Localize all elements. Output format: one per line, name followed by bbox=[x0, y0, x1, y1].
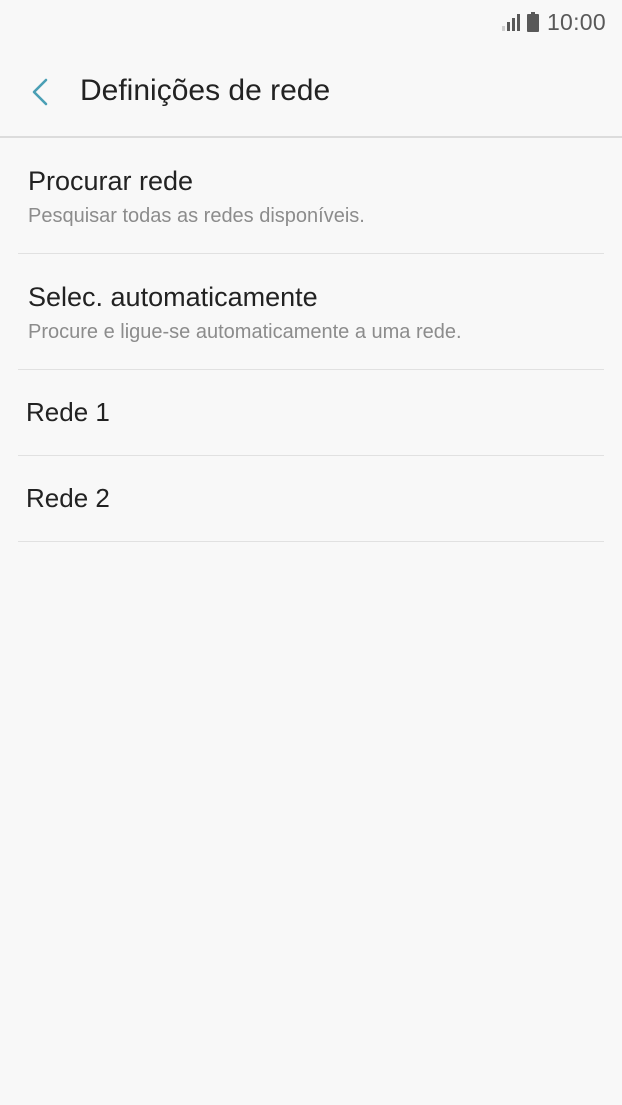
list-item-title: Rede 1 bbox=[26, 397, 110, 427]
list-item-title: Selec. automaticamente bbox=[28, 282, 318, 312]
list-item-title: Procurar rede bbox=[28, 166, 194, 196]
list-item-subtitle: Pesquisar todas as redes disponíveis. bbox=[28, 205, 365, 227]
signal-icon bbox=[501, 14, 520, 31]
app-bar: Definições de rede bbox=[0, 46, 622, 138]
list-item-network-2[interactable]: Rede 2 bbox=[18, 456, 604, 542]
list-item-select-automatically[interactable]: Selec. automaticamente Procure e ligue-s… bbox=[18, 254, 604, 370]
battery-icon bbox=[526, 12, 539, 32]
list-item-subtitle: Procure e ligue-se automaticamente a uma… bbox=[28, 321, 462, 343]
status-time: 10:00 bbox=[546, 8, 606, 35]
page-title: Definições de rede bbox=[80, 74, 331, 107]
list-item-title: Rede 2 bbox=[26, 483, 110, 513]
status-indicators: 10:00 bbox=[501, 8, 606, 36]
status-bar: 10:00 bbox=[0, 0, 622, 44]
list-item-search-network[interactable]: Procurar rede Pesquisar todas as redes d… bbox=[18, 138, 604, 254]
settings-list: Procurar rede Pesquisar todas as redes d… bbox=[18, 138, 604, 542]
list-item-network-1[interactable]: Rede 1 bbox=[18, 370, 604, 456]
back-button[interactable] bbox=[20, 72, 60, 112]
chevron-left-icon bbox=[32, 78, 48, 106]
